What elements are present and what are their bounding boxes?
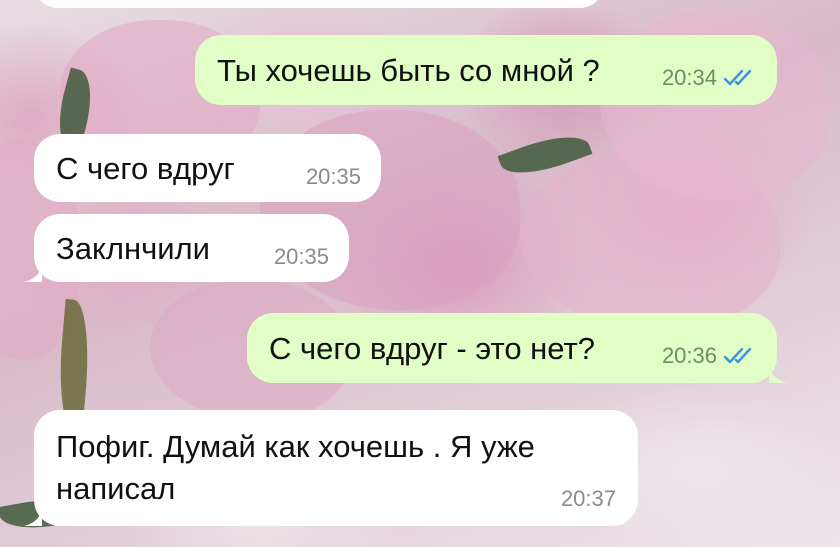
bubble-tail: [24, 264, 42, 282]
message-time: 20:34: [661, 65, 717, 91]
message-text: Пофиг. Думай как хочешь . Я уже написал: [56, 429, 535, 506]
bubble-tail: [24, 508, 42, 526]
message-time: 20:36: [661, 343, 717, 369]
double-check-read-icon: [723, 69, 757, 87]
message-meta: 20:35: [306, 162, 361, 192]
message-bubble-outgoing[interactable]: Ты хочешь быть со мной ? 20:34: [195, 35, 777, 105]
message-time: 20:37: [560, 486, 616, 512]
message-bubble-incoming[interactable]: Пофиг. Думай как хочешь . Я уже написал …: [24, 410, 638, 526]
message-meta: 20:37: [561, 484, 616, 514]
message-bubble-incoming-partial[interactable]: [34, 0, 604, 8]
message-text: С чего вдруг: [56, 151, 235, 186]
message-time: 20:35: [305, 164, 361, 190]
message-meta: 20:34: [662, 63, 757, 93]
message-text: С чего вдруг - это нет?: [269, 331, 595, 366]
message-time: 20:35: [273, 244, 329, 270]
message-bubble-incoming[interactable]: Заклнчили 20:35: [24, 214, 349, 282]
message-bubble-outgoing[interactable]: С чего вдруг - это нет? 20:36: [247, 313, 787, 383]
double-check-read-icon: [723, 347, 757, 365]
message-meta: 20:36: [662, 341, 757, 371]
message-meta: 20:35: [274, 242, 329, 272]
message-bubble-incoming[interactable]: С чего вдруг 20:35: [34, 134, 381, 202]
message-text: Ты хочешь быть со мной ?: [217, 53, 600, 88]
message-text: Заклнчили: [56, 231, 210, 266]
bubble-tail: [769, 365, 787, 383]
